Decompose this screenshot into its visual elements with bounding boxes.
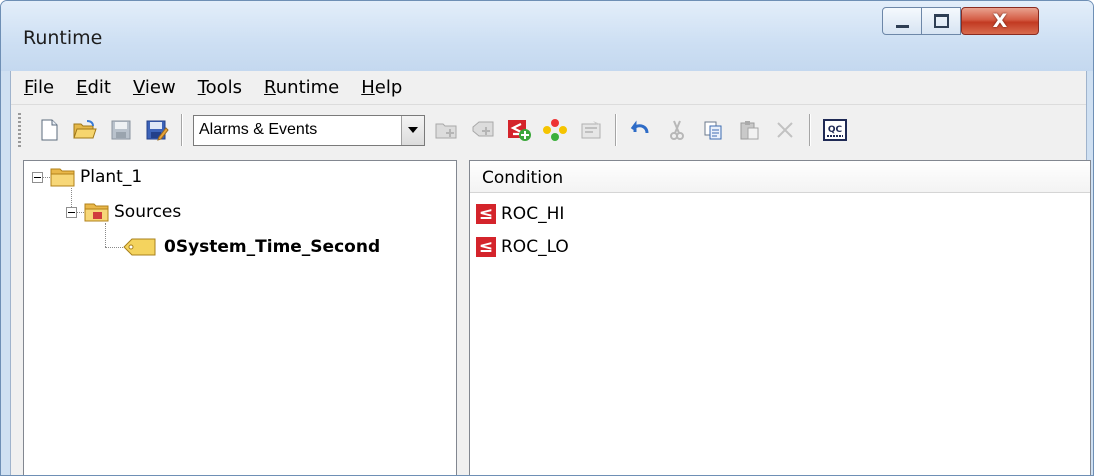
save-as-icon [146, 120, 169, 141]
delete-icon [777, 122, 793, 138]
view-select-value: Alarms & Events [199, 120, 318, 138]
menu-tools[interactable]: Tools [189, 77, 251, 98]
delete-button[interactable] [767, 113, 803, 147]
tree-node-source-item[interactable]: 0System_Time_Second [164, 237, 380, 257]
minimize-button[interactable] [882, 7, 922, 35]
condition-icon: ≤ [476, 237, 496, 257]
qc-icon-text: QC [828, 125, 843, 135]
menu-edit[interactable]: Edit [67, 77, 120, 98]
add-area-icon [435, 123, 457, 139]
runtime-window: Runtime X File Edit View Tools Runtime H… [0, 0, 1094, 476]
close-button[interactable]: X [961, 7, 1039, 35]
toolbar-grip[interactable] [18, 113, 21, 147]
save-button[interactable] [103, 113, 139, 147]
undo-button[interactable] [623, 113, 659, 147]
view-select-dropdown-button[interactable] [401, 115, 424, 145]
tree-connector [71, 188, 72, 207]
tree-connector [105, 223, 106, 247]
paste-icon [740, 121, 759, 140]
menu-tools-label: ools [205, 77, 243, 98]
maximize-button[interactable] [921, 7, 961, 35]
menu-runtime-label: untime [275, 77, 340, 98]
toolbar-separator [809, 114, 811, 146]
menu-edit-label: dit [87, 77, 111, 98]
tree-connector [43, 177, 50, 178]
tree-connector [105, 247, 123, 248]
tag-icon [123, 238, 156, 256]
window-title: Runtime [23, 27, 103, 49]
toolbar: Alarms & Events QC [11, 104, 1086, 155]
new-document-icon [41, 119, 58, 141]
add-source-button[interactable] [465, 113, 501, 147]
traffic-light-button[interactable] [537, 113, 573, 147]
add-condition-button[interactable] [501, 113, 537, 147]
menu-help[interactable]: Help [352, 77, 411, 98]
close-icon: X [992, 10, 1008, 32]
menu-help-label: elp [374, 77, 403, 98]
tree-node-sources[interactable]: Sources [114, 202, 181, 222]
tree-collapse-toggle-plant[interactable] [32, 172, 43, 183]
title-bar[interactable]: Runtime X [1, 1, 1093, 71]
client-area: File Edit View Tools Runtime Help Alarms… [10, 71, 1091, 475]
tree-collapse-toggle-sources[interactable] [66, 207, 77, 218]
menu-file-accelerator: F [24, 77, 34, 98]
menu-runtime-accelerator: R [264, 77, 276, 98]
condition-label: ROC_HI [501, 204, 565, 224]
open-folder-icon [73, 120, 97, 139]
cut-icon [670, 120, 684, 140]
qc-button[interactable]: QC [817, 113, 853, 147]
tree-node-plant[interactable]: Plant_1 [80, 167, 142, 187]
source-folder-icon [84, 203, 109, 222]
tree-connector [77, 212, 84, 213]
view-select[interactable]: Alarms & Events [193, 114, 425, 146]
add-area-button[interactable] [429, 113, 465, 147]
menu-file-label: ile [33, 77, 55, 98]
traffic-light-icon [543, 119, 567, 141]
condition-label: ROC_LO [501, 237, 569, 257]
menu-view[interactable]: View [124, 77, 185, 98]
chevron-down-icon [408, 127, 418, 133]
condition-list-pane[interactable]: Condition ≤ ROC_HI ≤ ROC_LO [469, 160, 1091, 475]
minimize-icon [895, 24, 909, 28]
menu-help-accelerator: H [361, 77, 375, 98]
add-condition-icon [508, 120, 531, 141]
qc-icon: QC [823, 119, 847, 141]
list-item[interactable]: ≤ ROC_LO [476, 234, 569, 260]
properties-icon [581, 121, 601, 139]
menu-edit-accelerator: E [76, 77, 88, 98]
menu-view-label: iew [144, 77, 176, 98]
new-button[interactable] [31, 113, 67, 147]
list-item[interactable]: ≤ ROC_HI [476, 201, 564, 227]
paste-button[interactable] [731, 113, 767, 147]
tree-pane[interactable]: Plant_1 Sources 0System_Time_Second [23, 160, 457, 475]
condition-icon: ≤ [476, 204, 496, 224]
toolbar-separator [615, 114, 617, 146]
panes: Plant_1 Sources 0System_Time_Second Cond… [23, 160, 1091, 475]
copy-icon [704, 121, 722, 140]
maximize-icon [933, 14, 949, 28]
add-source-icon [472, 121, 494, 137]
toolbar-separator [181, 114, 183, 146]
save-as-button[interactable] [139, 113, 175, 147]
menu-view-accelerator: V [132, 77, 145, 98]
save-icon [111, 120, 131, 140]
copy-button[interactable] [695, 113, 731, 147]
column-header-label: Condition [482, 168, 564, 188]
menu-tools-accelerator: T [197, 77, 206, 98]
menu-file[interactable]: File [11, 77, 63, 98]
undo-icon [630, 120, 649, 134]
open-button[interactable] [67, 113, 103, 147]
menu-runtime[interactable]: Runtime [255, 77, 348, 98]
cut-button[interactable] [659, 113, 695, 147]
folder-icon [50, 168, 75, 187]
menu-bar: File Edit View Tools Runtime Help [11, 71, 1086, 104]
column-header-condition[interactable]: Condition [470, 161, 1090, 193]
properties-button[interactable] [573, 113, 609, 147]
